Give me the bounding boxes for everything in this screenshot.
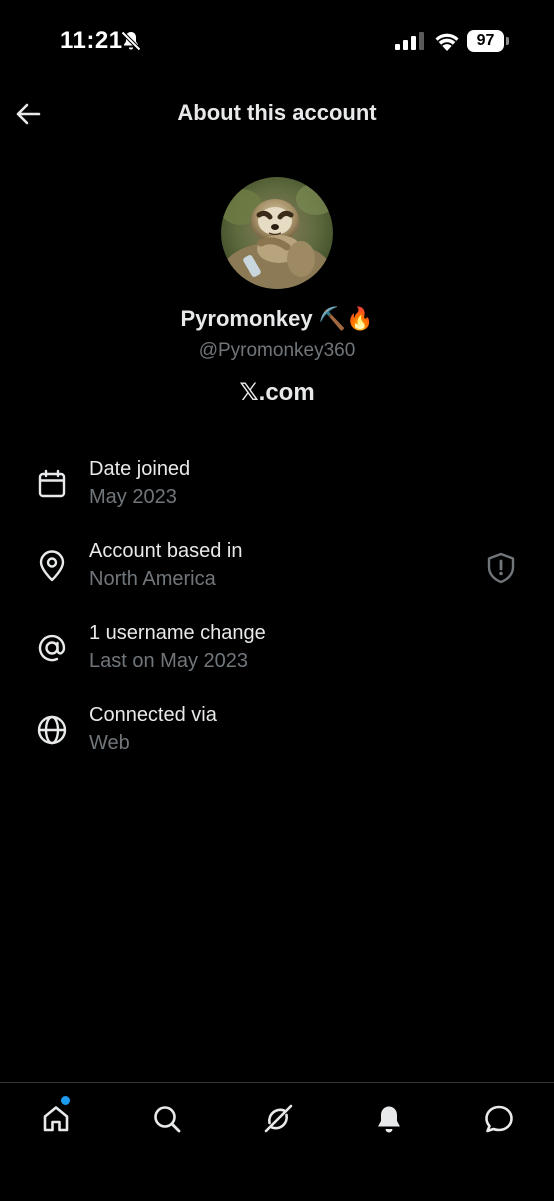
sloth-avatar-image	[221, 177, 333, 289]
user-handle: @Pyromonkey360	[198, 340, 356, 361]
info-subtitle: Last on May 2023	[89, 650, 248, 672]
shield-icon[interactable]	[486, 552, 516, 584]
info-row-date-joined: Date joined May 2023	[0, 458, 554, 522]
bell-slash-icon	[121, 31, 141, 51]
info-subtitle: Web	[89, 732, 130, 754]
nav-notifications[interactable]	[369, 1099, 409, 1139]
bottom-nav	[0, 1082, 554, 1201]
info-row-username-changes: 1 username change Last on May 2023	[0, 622, 554, 686]
nav-search[interactable]	[147, 1099, 187, 1139]
nav-grok[interactable]	[258, 1099, 298, 1139]
cellular-signal-icon	[395, 32, 424, 50]
nav-messages[interactable]	[479, 1099, 519, 1139]
info-row-connected-via: Connected via Web	[0, 704, 554, 768]
home-notification-dot	[61, 1096, 70, 1105]
info-title: 1 username change	[89, 622, 266, 644]
nav-home[interactable]	[36, 1099, 76, 1139]
info-row-account-based-in: Account based in North America	[0, 540, 554, 604]
grok-icon	[264, 1104, 293, 1133]
battery-level: 97	[476, 32, 495, 49]
calendar-icon	[38, 469, 66, 498]
info-subtitle: North America	[89, 568, 216, 590]
display-name: Pyromonkey ⛏️🔥	[180, 306, 374, 331]
globe-icon	[37, 715, 67, 745]
platform-label: 𝕏.com	[239, 379, 315, 406]
avatar	[221, 177, 333, 289]
at-sign-icon	[38, 634, 66, 662]
search-icon	[154, 1106, 181, 1133]
home-icon	[43, 1106, 69, 1132]
wifi-icon	[435, 33, 459, 51]
battery-indicator: 97	[467, 30, 509, 52]
messages-icon	[485, 1105, 513, 1133]
location-pin-icon	[39, 550, 65, 582]
info-title: Connected via	[89, 704, 217, 726]
status-time: 11:21	[60, 27, 123, 54]
notifications-icon	[378, 1106, 400, 1133]
status-bar: 11:21 97	[0, 0, 554, 84]
info-title: Date joined	[89, 458, 191, 480]
info-title: Account based in	[89, 540, 243, 562]
info-subtitle: May 2023	[89, 486, 177, 508]
page-title: About this account	[177, 100, 377, 125]
